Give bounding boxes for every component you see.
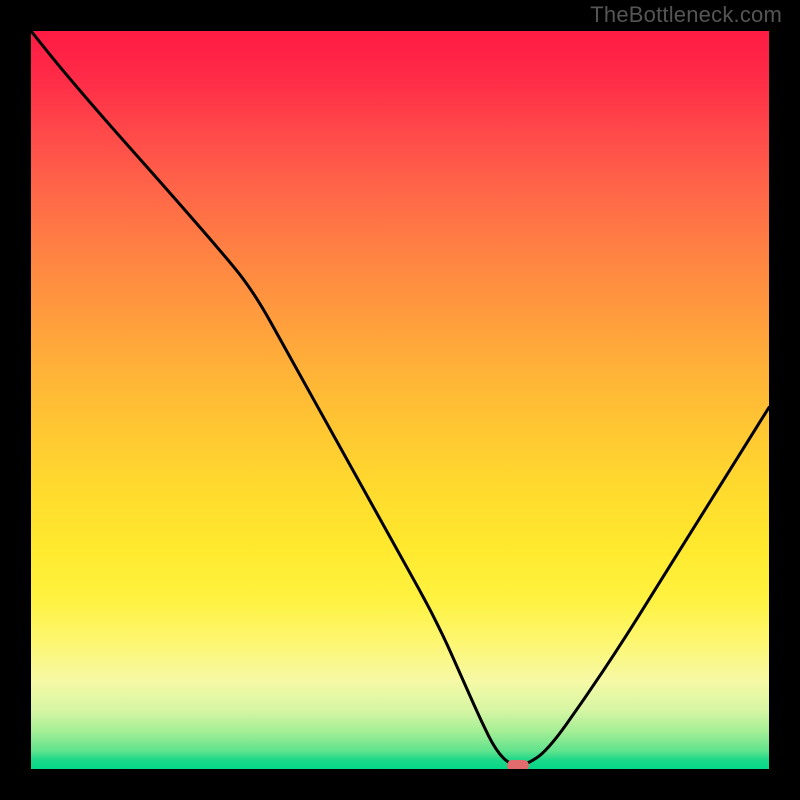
attribution-text: TheBottleneck.com (590, 2, 782, 28)
minimum-marker (507, 760, 529, 769)
plot-area (31, 31, 769, 769)
curve-path (31, 31, 769, 765)
bottleneck-curve (31, 31, 769, 769)
